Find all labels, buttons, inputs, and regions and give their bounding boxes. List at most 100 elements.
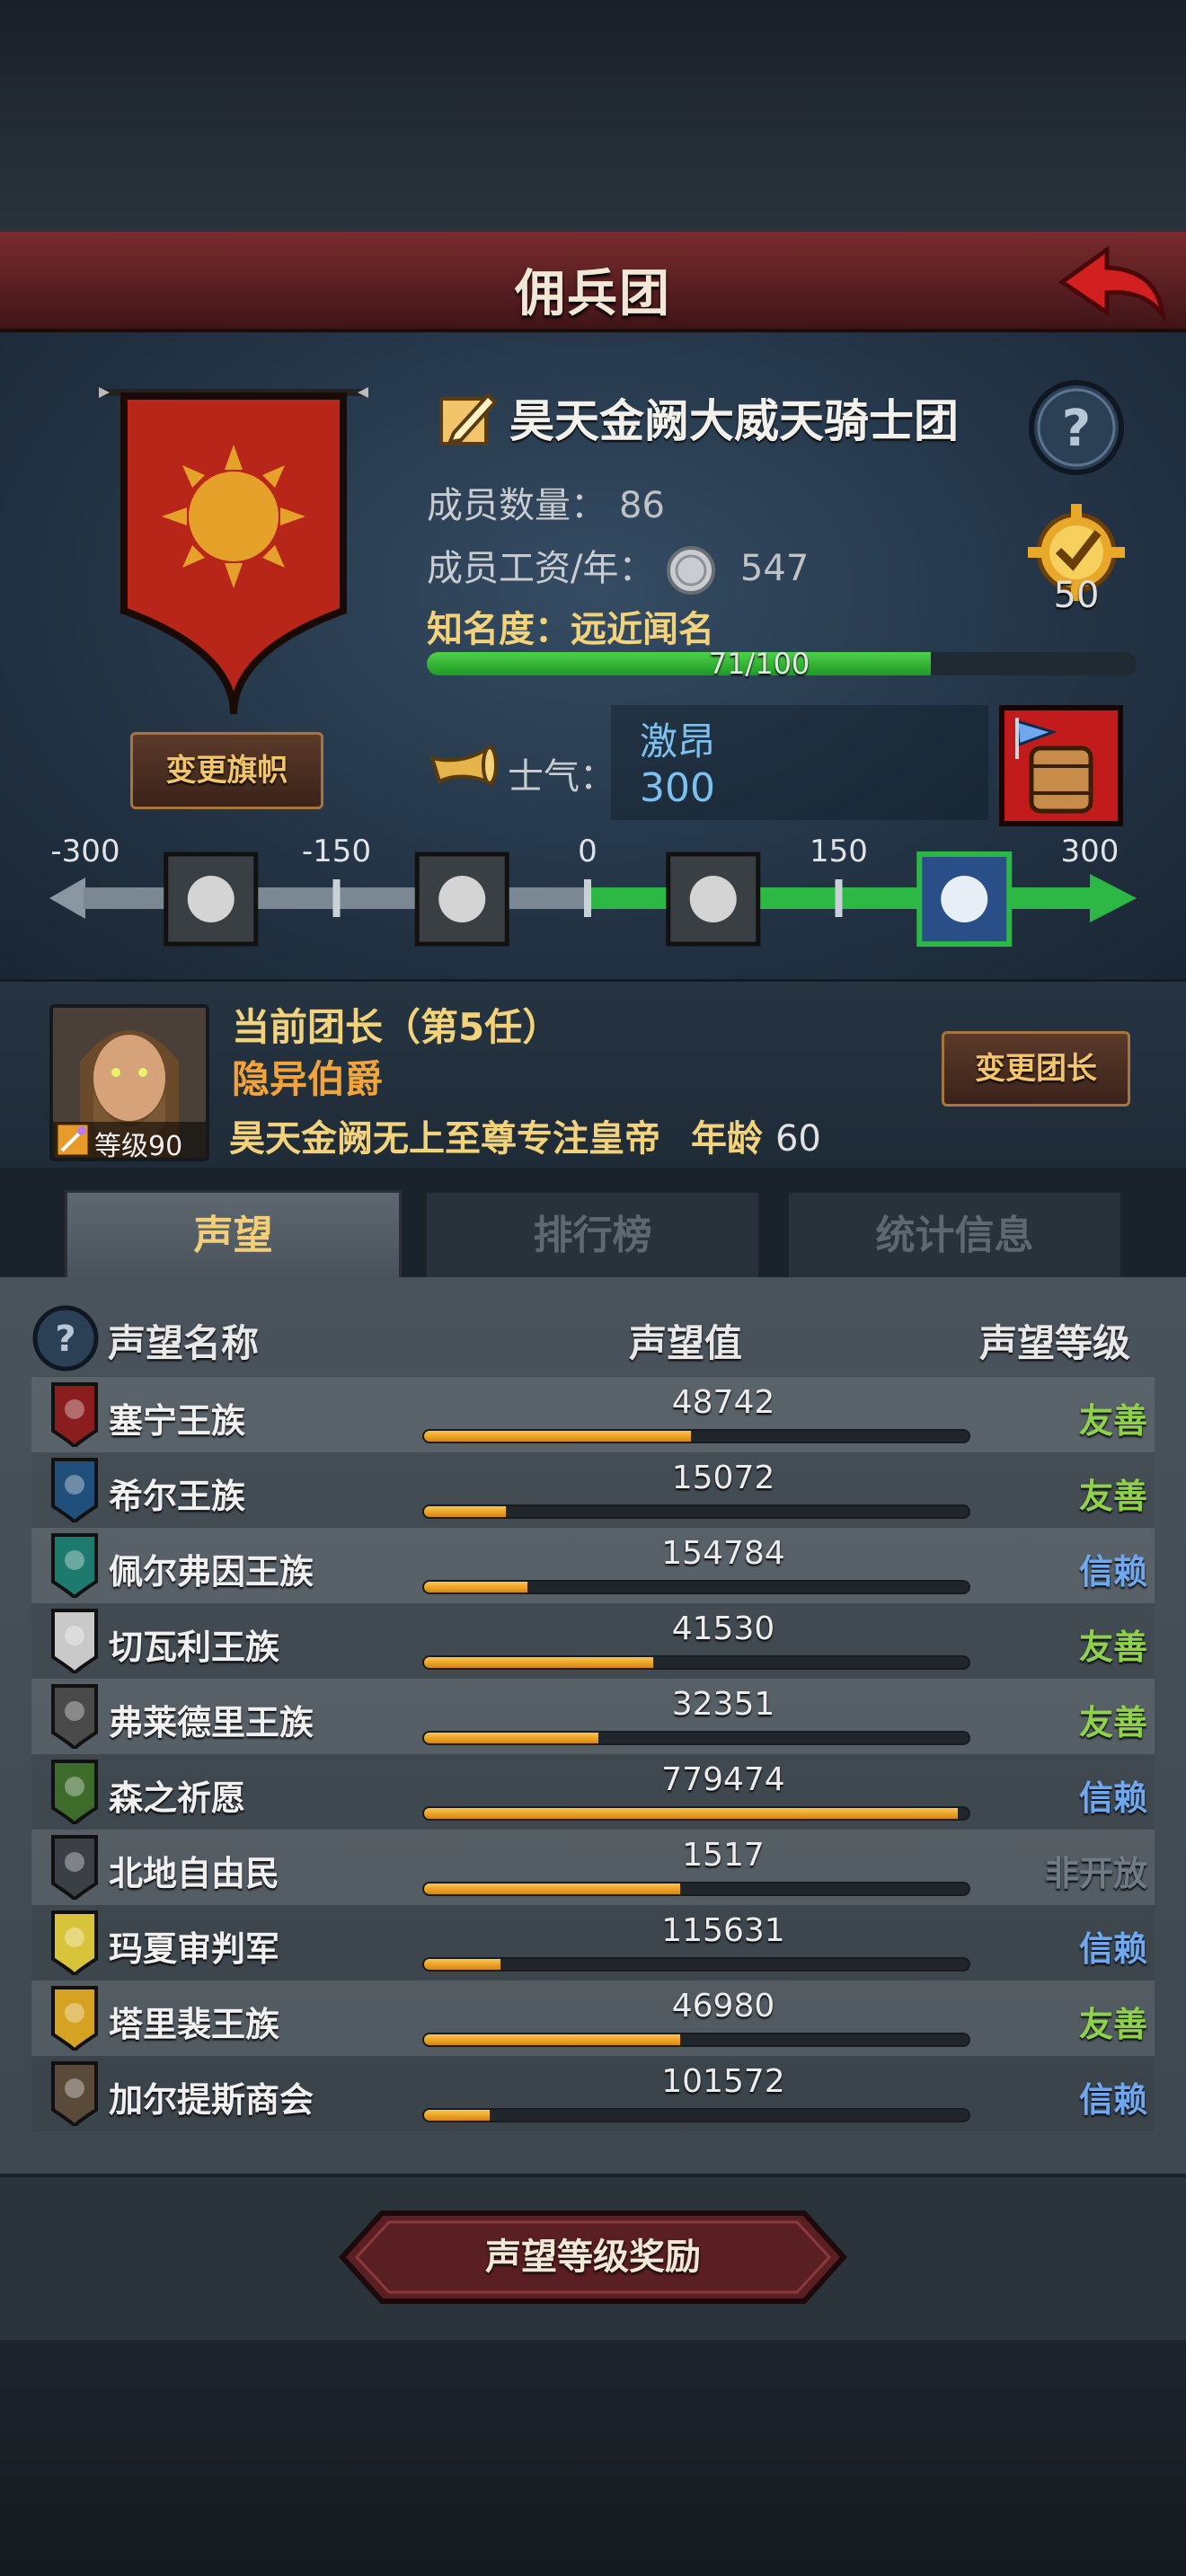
- leader-name: 隐异伯爵: [232, 1057, 384, 1101]
- reputation-level: 信赖: [1078, 1552, 1147, 1592]
- medal-value: 50: [1053, 575, 1100, 616]
- reputation-value: 48742: [671, 1384, 775, 1421]
- tab-leaderboard[interactable]: 排行榜: [424, 1190, 761, 1280]
- faction-name: 佩尔弗因王族: [109, 1552, 314, 1592]
- reputation-progress-bar: [422, 2108, 970, 2122]
- faction-name: 玛夏审判军: [109, 1929, 280, 1969]
- reputation-value: 41530: [671, 1610, 775, 1647]
- reputation-value: 1517: [682, 1837, 765, 1874]
- faction-name: 北地自由民: [109, 1854, 280, 1893]
- faction-emblem-icon: [51, 1382, 98, 1448]
- faction-emblem-icon: [51, 1609, 98, 1674]
- reputation-progress-bar: [422, 1504, 970, 1519]
- reputation-progress-fill: [424, 1506, 506, 1517]
- reputation-value: 779474: [661, 1761, 785, 1798]
- tab-statistics[interactable]: 统计信息: [786, 1190, 1123, 1280]
- fame-progress-text: 71/100: [708, 647, 810, 681]
- salary-stat: 成员工资/年： 547: [427, 539, 809, 595]
- reputation-row[interactable]: 北地自由民 1517 非开放: [31, 1830, 1155, 1905]
- morale-state: 激昂: [640, 719, 716, 763]
- faction-emblem-icon: [51, 1910, 98, 1976]
- col-header-level: 声望等级: [979, 1321, 1131, 1365]
- reputation-level: 友善: [1078, 1477, 1147, 1516]
- leader-age-value: 60: [774, 1118, 821, 1160]
- back-arrow-icon[interactable]: [1053, 243, 1170, 322]
- faction-emblem-icon: [51, 1458, 98, 1523]
- reputation-level: 信赖: [1078, 1929, 1147, 1969]
- reputation-row[interactable]: 弗莱德里王族 32351 友善: [31, 1679, 1155, 1754]
- reputation-progress-bar: [422, 1957, 970, 1972]
- scale-right-arrow: [1090, 874, 1137, 922]
- reputation-row[interactable]: 塔里裴王族 46980 友善: [31, 1981, 1155, 2056]
- svg-text:?: ?: [55, 1319, 75, 1360]
- edit-icon[interactable]: [436, 386, 499, 449]
- reputation-row[interactable]: 玛夏审判军 115631 信赖: [31, 1905, 1155, 1981]
- col-header-value: 声望值: [629, 1321, 743, 1365]
- faction-name: 希尔王族: [109, 1477, 246, 1516]
- silver-coin-icon: [667, 546, 716, 595]
- reputation-progress-fill: [424, 1808, 958, 1819]
- bottom-background: [0, 2340, 1186, 2576]
- tab-reputation[interactable]: 声望: [65, 1190, 402, 1280]
- reputation-progress-fill: [424, 2034, 680, 2045]
- faction-name: 塞宁王族: [109, 1401, 246, 1441]
- drum-icon[interactable]: [999, 705, 1123, 826]
- reputation-row[interactable]: 佩尔弗因王族 154784 信赖: [31, 1528, 1155, 1603]
- title-bar: 佣兵团: [0, 232, 1186, 332]
- reputation-row[interactable]: 切瓦利王族 41530 友善: [31, 1603, 1155, 1679]
- scale-tick-mark: [584, 879, 591, 917]
- leader-title: 当前团长（第5任）: [232, 1005, 561, 1049]
- morale-label: 士气：: [508, 756, 615, 798]
- horn-icon: [429, 744, 497, 787]
- change-leader-button[interactable]: 变更团长: [942, 1031, 1130, 1107]
- eye-icon[interactable]: [164, 851, 259, 947]
- help-icon[interactable]: ?: [1026, 377, 1127, 478]
- page-title: 佣兵团: [515, 265, 671, 323]
- level-strip: 等级90: [53, 1122, 206, 1158]
- morale-value: 300: [640, 765, 715, 811]
- calm-icon[interactable]: [666, 851, 761, 947]
- scale-left-arrow: [49, 878, 85, 919]
- reputation-progress-fill: [424, 1733, 598, 1743]
- reputation-level: 信赖: [1078, 2080, 1147, 2120]
- guild-name-row: 昊天金阙大威天骑士团: [436, 386, 959, 449]
- reputation-progress-bar: [422, 1580, 970, 1594]
- reputation-progress-bar: [422, 1882, 970, 1896]
- reputation-reward-label: 声望等级奖励: [485, 2236, 701, 2278]
- change-banner-button[interactable]: 变更旗帜: [130, 732, 323, 809]
- scale-tick-label: -300: [50, 834, 119, 869]
- scale-tick-label: 300: [1061, 834, 1120, 869]
- reputation-row[interactable]: 加尔提斯商会 101572 信赖: [31, 2056, 1155, 2131]
- reputation-progress-fill: [424, 1657, 653, 1668]
- members-value: 86: [619, 485, 665, 526]
- sun-emblem-icon: [162, 445, 305, 588]
- reputation-help-icon[interactable]: ?: [31, 1304, 100, 1372]
- reputation-row[interactable]: 塞宁王族 48742 友善: [31, 1377, 1155, 1452]
- despair-icon[interactable]: [414, 851, 509, 947]
- scale-tick-mark: [835, 879, 843, 917]
- scale-tick-label: 0: [578, 834, 597, 869]
- reputation-row[interactable]: 森之祈愿 779474 信赖: [31, 1754, 1155, 1830]
- reputation-level: 友善: [1078, 1628, 1147, 1667]
- scale-tick-label: -150: [302, 834, 371, 869]
- salary-value: 547: [739, 548, 810, 589]
- reputation-progress-fill: [424, 2110, 490, 2121]
- leader-portrait[interactable]: 等级90: [49, 1004, 209, 1161]
- reputation-row[interactable]: 希尔王族 15072 友善: [31, 1452, 1155, 1528]
- morale-scale: -300 -150 0 150 300: [49, 834, 1137, 947]
- guild-banner: [99, 387, 368, 715]
- reputation-progress-fill: [424, 1883, 680, 1894]
- fame-stat: 知名度：远近闻名: [427, 600, 714, 652]
- reputation-level: 信赖: [1078, 1778, 1147, 1818]
- reputation-level: 友善: [1078, 2005, 1147, 2044]
- reputation-progress-fill: [424, 1431, 691, 1442]
- faction-name: 弗莱德里王族: [109, 1703, 314, 1742]
- victory-icon[interactable]: [916, 851, 1013, 947]
- reputation-value: 32351: [671, 1686, 775, 1723]
- reputation-progress-bar: [422, 1429, 970, 1443]
- svg-text:?: ?: [1062, 400, 1091, 458]
- leader-level: 等级90: [94, 1131, 183, 1161]
- faction-emblem-icon: [51, 1835, 98, 1901]
- faction-name: 森之祈愿: [109, 1778, 246, 1818]
- reputation-progress-fill: [424, 1959, 500, 1970]
